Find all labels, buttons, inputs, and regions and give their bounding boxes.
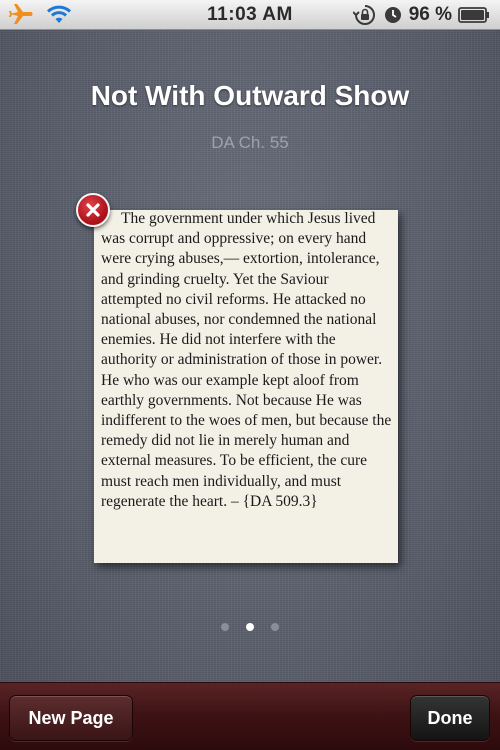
rotation-lock-icon	[352, 4, 377, 26]
battery-icon	[458, 6, 490, 24]
alarm-icon	[383, 5, 403, 25]
close-icon	[85, 202, 101, 218]
status-left	[8, 3, 72, 25]
battery-percentage: 96 %	[408, 4, 452, 25]
status-bar: 11:03 AM 96 %	[0, 0, 500, 30]
status-time: 11:03 AM	[207, 3, 293, 25]
done-button[interactable]: Done	[410, 695, 490, 741]
quote-card[interactable]: The government under which Jesus lived w…	[94, 210, 398, 563]
quote-text: The government under which Jesus lived w…	[101, 210, 392, 510]
bottom-toolbar: New Page Done	[0, 682, 500, 750]
delete-card-button[interactable]	[76, 193, 110, 227]
status-right: 96 %	[352, 4, 490, 26]
new-page-button[interactable]: New Page	[9, 695, 133, 741]
page-dot-1[interactable]	[221, 623, 229, 631]
airplane-icon	[8, 3, 34, 25]
page-dot-2[interactable]	[246, 623, 254, 631]
page-indicator[interactable]	[0, 623, 500, 631]
page-subtitle: DA Ch. 55	[211, 133, 289, 152]
page-dot-3[interactable]	[271, 623, 279, 631]
wifi-icon	[46, 3, 72, 25]
page-title: Not With Outward Show	[90, 80, 410, 111]
